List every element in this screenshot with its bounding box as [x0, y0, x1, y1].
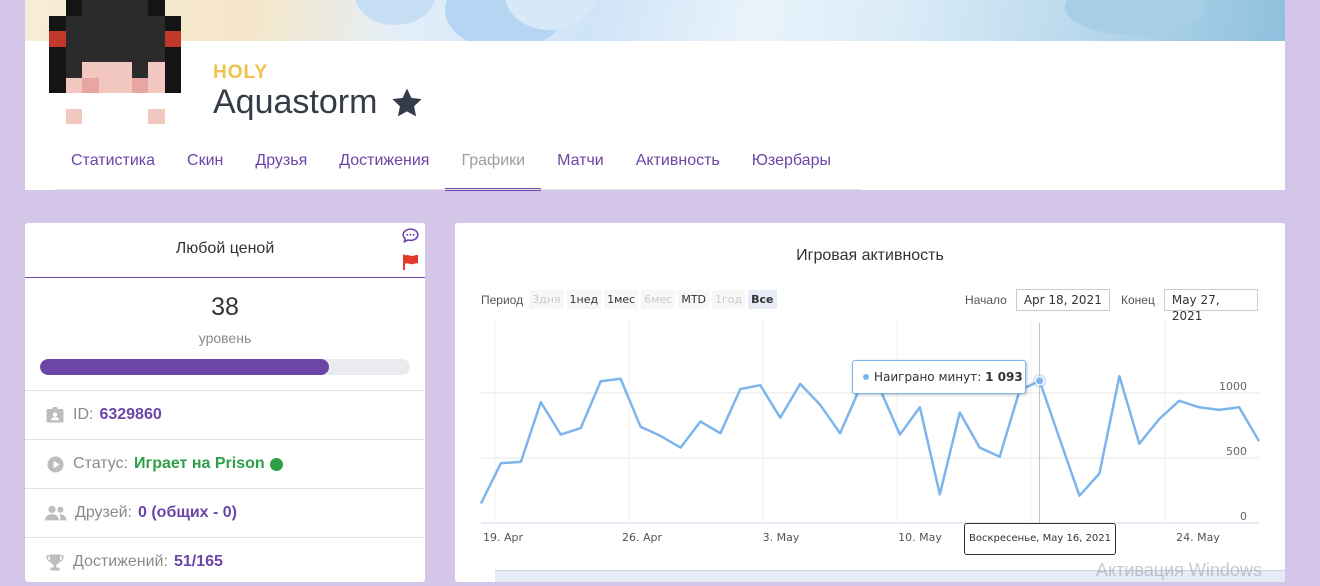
player-title: Любой ценой: [25, 223, 425, 278]
x-tick-label: 19. Apr: [483, 531, 523, 544]
windows-activation-watermark: Активация Windows: [1096, 560, 1262, 580]
id-card-icon: [45, 406, 65, 424]
friends-row: Друзей: 0 (общих - 0): [25, 488, 425, 537]
x-tick-label: 3. May: [763, 531, 800, 544]
profile-tabs: Статистика Скин Друзья Достижения График…: [55, 136, 847, 191]
tab-stats[interactable]: Статистика: [55, 136, 171, 190]
y-tick-label: 1000: [1219, 380, 1247, 393]
tooltip-label: Наиграно минут:: [874, 370, 982, 384]
achievements-row: Достижений: 51/165: [25, 537, 425, 586]
tooltip-series-dot: [863, 374, 869, 380]
tooltip-value: 1 093: [985, 370, 1023, 384]
tab-achievements[interactable]: Достижения: [323, 136, 445, 190]
crosshair-date-label: Воскресенье, May 16, 2021: [964, 523, 1116, 555]
rank-label: HOLY: [213, 62, 269, 83]
player-info-card: Любой ценой 38 уровень ID: 6329860 Стату…: [25, 223, 425, 582]
y-tick-label: 500: [1226, 445, 1247, 458]
activity-line-chart[interactable]: 0500100019. Apr26. Apr3. May10. May17. M…: [455, 223, 1285, 582]
tab-activity[interactable]: Активность: [620, 136, 736, 190]
activity-chart-card: Игровая активность Период 3дня 1нед 1мес…: [455, 223, 1285, 582]
achievements-value[interactable]: 51/165: [174, 553, 223, 571]
tab-matches[interactable]: Матчи: [541, 136, 620, 190]
level-value: 38: [211, 293, 239, 321]
tab-userbars[interactable]: Юзербары: [736, 136, 847, 190]
y-tick-label: 0: [1240, 510, 1247, 523]
chart-tooltip: Наиграно минут: 1 093: [852, 360, 1026, 394]
status-label: Статус:: [73, 455, 129, 472]
status-row: Статус: Играет на Prison: [25, 439, 425, 488]
friends-value[interactable]: 0 (общих - 0): [138, 504, 237, 522]
hover-point: [1035, 376, 1045, 386]
player-id-row: ID: 6329860: [25, 390, 425, 439]
level-progress-fill: [40, 359, 329, 375]
level-label: уровень: [198, 330, 252, 346]
achievements-label: Достижений:: [73, 553, 168, 570]
trophy-icon: [45, 553, 65, 571]
x-tick-label: 24. May: [1176, 531, 1220, 544]
id-value: 6329860: [99, 406, 162, 423]
tab-skin[interactable]: Скин: [171, 136, 239, 190]
profile-header: HOLY Aquastorm Статистика Скин Друзья До…: [25, 0, 1285, 191]
username: Aquastorm: [213, 83, 378, 121]
level-progress-bar: [40, 359, 410, 375]
tab-charts[interactable]: Графики: [445, 136, 541, 191]
online-status-dot: [269, 457, 283, 471]
profile-banner: [25, 0, 1285, 41]
id-label: ID:: [73, 406, 94, 423]
avatar: [49, 0, 181, 124]
friends-label: Друзей:: [75, 504, 132, 521]
tab-friends[interactable]: Друзья: [239, 136, 323, 190]
series-line: [479, 374, 1261, 505]
status-value: Играет на Prison: [134, 455, 265, 472]
x-tick-label: 26. Apr: [622, 531, 662, 544]
chat-icon[interactable]: [402, 228, 419, 243]
tabs-divider: [55, 189, 861, 190]
star-icon: [392, 88, 422, 117]
flag-icon[interactable]: [402, 254, 419, 270]
x-tick-label: 10. May: [898, 531, 942, 544]
users-icon: [45, 504, 67, 522]
play-circle-icon: [45, 455, 65, 473]
